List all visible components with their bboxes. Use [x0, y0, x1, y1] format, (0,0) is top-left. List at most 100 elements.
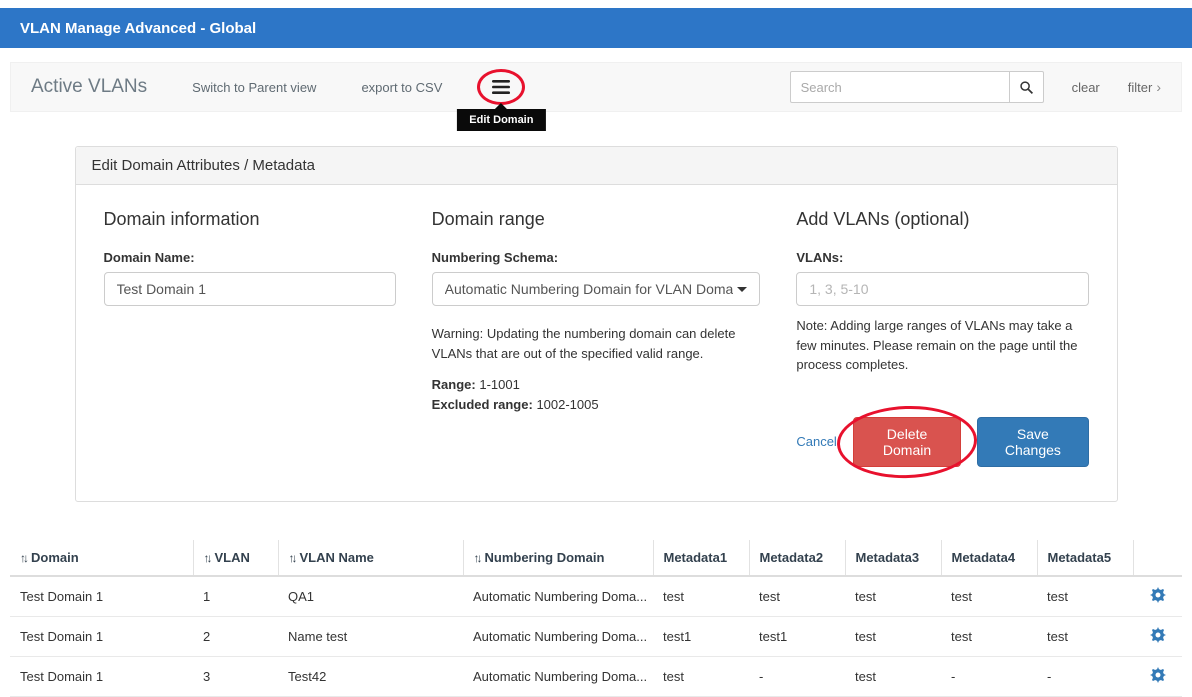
sort-icon: ↑↓ — [204, 551, 210, 565]
search-button[interactable] — [1010, 71, 1044, 103]
gear-icon — [1150, 627, 1166, 643]
active-vlans-title: Active VLANs — [31, 76, 147, 98]
cell-metadata4: test — [941, 616, 1037, 656]
cell-numbering-domain: Automatic Numbering Doma... — [463, 656, 653, 696]
tooltip-arrow-icon — [495, 103, 507, 109]
domain-range-heading: Domain range — [432, 209, 761, 230]
sort-icon: ↑↓ — [474, 551, 480, 565]
search-group — [790, 71, 1044, 103]
cell-vlan-name: Name test — [278, 616, 463, 656]
delete-domain-wrap: Delete Domain — [853, 417, 961, 467]
cell-metadata3: test — [845, 616, 941, 656]
col-label: VLAN Name — [300, 550, 374, 565]
vlans-label: VLANs: — [796, 250, 1088, 265]
table-row: Test Domain 1 1 QA1 Automatic Numbering … — [10, 576, 1182, 617]
edit-domain-panel: Edit Domain Attributes / Metadata Domain… — [75, 146, 1118, 502]
table-header-row: ↑↓ Domain ↑↓ VLAN ↑↓ VLAN Name ↑↓ Numbering … — [10, 540, 1182, 576]
cell-numbering-domain: Automatic Numbering Doma... — [463, 616, 653, 656]
cell-metadata5: - — [1037, 656, 1133, 696]
cell-metadata2: - — [749, 656, 845, 696]
cell-vlan: 1 — [193, 576, 278, 617]
excluded-range-line: Excluded range: 1002-1005 — [432, 397, 761, 412]
cell-metadata5: test — [1037, 576, 1133, 617]
chevron-right-icon: › — [1156, 79, 1161, 95]
cell-metadata5: test — [1037, 616, 1133, 656]
col-header-vlan-name[interactable]: ↑↓ VLAN Name — [278, 540, 463, 576]
cell-vlan-name: QA1 — [278, 576, 463, 617]
col-header-metadata2: Metadata2 — [749, 540, 845, 576]
cell-metadata1: test — [653, 656, 749, 696]
table-row: Test Domain 1 3 Test42 Automatic Numberi… — [10, 656, 1182, 696]
gear-icon — [1150, 587, 1166, 603]
col-label: Domain — [31, 550, 79, 565]
panel-actions: Cancel Delete Domain Save Changes — [796, 417, 1088, 467]
add-vlans-heading: Add VLANs (optional) — [796, 209, 1088, 230]
excluded-range-value: 1002-1005 — [536, 397, 598, 412]
excluded-range-label: Excluded range: — [432, 397, 533, 412]
domain-information-heading: Domain information — [104, 209, 396, 230]
col-header-vlan[interactable]: ↑↓ VLAN — [193, 540, 278, 576]
cell-metadata2: test — [749, 576, 845, 617]
filter-label: filter — [1128, 80, 1153, 95]
hamburger-menu-icon[interactable] — [490, 77, 512, 100]
vlans-input[interactable] — [796, 272, 1088, 306]
app-header: VLAN Manage Advanced - Global — [0, 8, 1192, 48]
cell-metadata4: - — [941, 656, 1037, 696]
range-warning-text: Warning: Updating the numbering domain c… — [432, 324, 761, 363]
cell-vlan: 2 — [193, 616, 278, 656]
cell-domain: Test Domain 1 — [10, 576, 193, 617]
domain-information-section: Domain information Domain Name: — [86, 209, 414, 467]
edit-domain-tooltip: Edit Domain — [457, 109, 545, 131]
row-settings-button[interactable] — [1150, 587, 1166, 603]
panel-title: Edit Domain Attributes / Metadata — [76, 147, 1117, 185]
cell-vlan-name: Test42 — [278, 656, 463, 696]
vlans-note-text: Note: Adding large ranges of VLANs may t… — [796, 316, 1088, 375]
cell-domain: Test Domain 1 — [10, 656, 193, 696]
toolbar: Active VLANs Switch to Parent view expor… — [10, 62, 1182, 112]
row-settings-button[interactable] — [1150, 667, 1166, 683]
cell-metadata4: test — [941, 576, 1037, 617]
gear-icon — [1150, 667, 1166, 683]
col-header-numbering-domain[interactable]: ↑↓ Numbering Domain — [463, 540, 653, 576]
cell-domain: Test Domain 1 — [10, 616, 193, 656]
cell-numbering-domain: Automatic Numbering Doma... — [463, 576, 653, 617]
panel-body: Domain information Domain Name: Domain r… — [76, 185, 1117, 501]
clear-link[interactable]: clear — [1072, 80, 1100, 95]
sort-icon: ↑↓ — [289, 551, 295, 565]
edit-domain-menu: Edit Domain — [490, 77, 512, 97]
delete-domain-button[interactable]: Delete Domain — [853, 417, 961, 467]
col-header-domain[interactable]: ↑↓ Domain — [10, 540, 193, 576]
save-changes-button[interactable]: Save Changes — [977, 417, 1088, 467]
row-settings-button[interactable] — [1150, 627, 1166, 643]
add-vlans-section: Add VLANs (optional) VLANs: Note: Adding… — [778, 209, 1106, 467]
range-line: Range: 1-1001 — [432, 377, 761, 392]
switch-parent-view-link[interactable]: Switch to Parent view — [192, 80, 316, 95]
table-row: Test Domain 1 2 Name test Automatic Numb… — [10, 616, 1182, 656]
tooltip-label: Edit Domain — [469, 114, 533, 126]
search-icon — [1019, 80, 1034, 95]
page-title: VLAN Manage Advanced - Global — [20, 20, 256, 37]
cell-metadata3: test — [845, 576, 941, 617]
cell-metadata1: test — [653, 576, 749, 617]
sort-icon: ↑↓ — [20, 551, 26, 565]
col-header-metadata4: Metadata4 — [941, 540, 1037, 576]
filter-link[interactable]: filter› — [1128, 79, 1161, 95]
search-input[interactable] — [790, 71, 1010, 103]
col-header-metadata1: Metadata1 — [653, 540, 749, 576]
domain-name-label: Domain Name: — [104, 250, 396, 265]
export-csv-link[interactable]: export to CSV — [361, 80, 442, 95]
cell-vlan: 3 — [193, 656, 278, 696]
cell-metadata3: test — [845, 656, 941, 696]
cancel-link[interactable]: Cancel — [796, 434, 836, 449]
numbering-schema-value: Automatic Numbering Domain for VLAN Doma — [445, 281, 734, 297]
domain-name-input[interactable] — [104, 272, 396, 306]
cell-metadata2: test1 — [749, 616, 845, 656]
domain-range-section: Domain range Numbering Schema: Automatic… — [414, 209, 779, 467]
numbering-schema-select[interactable]: Automatic Numbering Domain for VLAN Doma — [432, 272, 761, 306]
col-header-metadata5: Metadata5 — [1037, 540, 1133, 576]
col-label: VLAN — [215, 550, 250, 565]
range-label: Range: — [432, 377, 476, 392]
col-label: Numbering Domain — [485, 550, 605, 565]
col-header-actions — [1133, 540, 1182, 576]
cell-metadata1: test1 — [653, 616, 749, 656]
